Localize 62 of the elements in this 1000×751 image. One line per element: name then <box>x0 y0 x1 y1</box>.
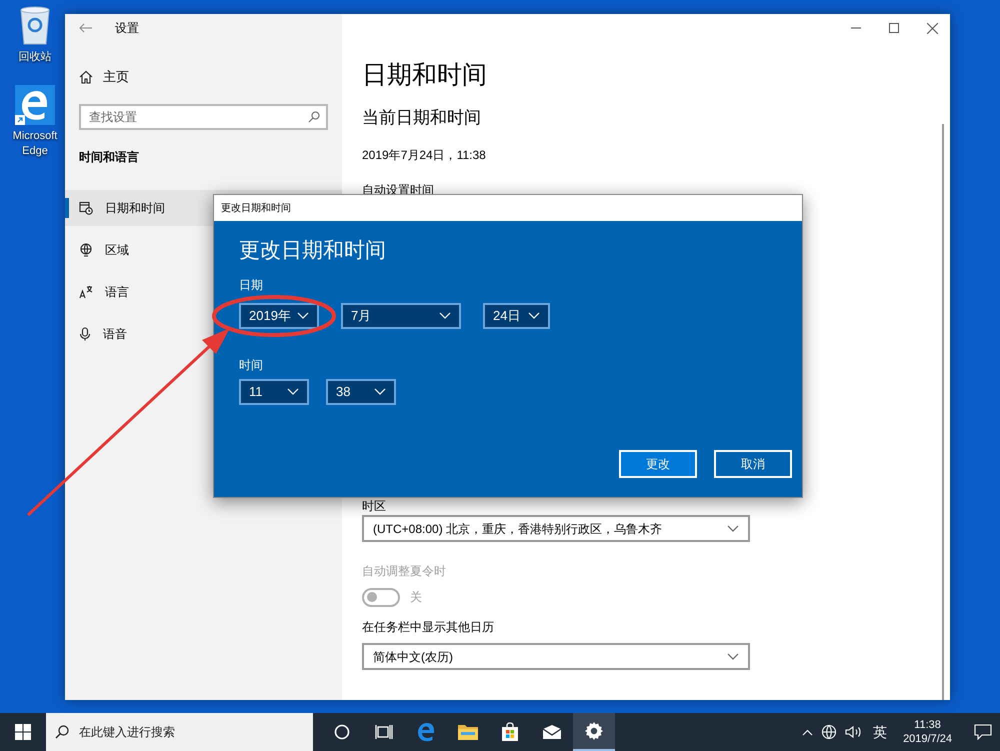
chevron-down-icon <box>439 312 451 320</box>
dropdown[interactable]: 38 <box>326 379 396 405</box>
field-label: 日期 <box>239 277 263 294</box>
globe-icon <box>79 243 93 257</box>
section-title: 时间和语言 <box>78 149 140 166</box>
dialog-title: 更改日期和时间 <box>221 202 291 216</box>
calendar-dropdown[interactable]: 简体中文(农历) <box>362 643 750 670</box>
chevron-down-icon <box>374 388 386 396</box>
taskbar-button[interactable] <box>573 713 615 751</box>
recycle-bin-icon[interactable] <box>18 6 52 46</box>
current-date-time: 2019年7月24日，11:38 <box>362 147 487 164</box>
scrollbar[interactable] <box>942 124 944 700</box>
mail-icon[interactable] <box>542 724 562 740</box>
chevron-down-icon <box>297 312 309 320</box>
window-title: 设置 <box>115 20 139 37</box>
home-icon <box>79 70 93 84</box>
windows-start-icon[interactable] <box>15 724 31 740</box>
dialog-heading: 更改日期和时间 <box>239 238 387 264</box>
setting-label: 在任务栏中显示其他日历 <box>362 619 494 636</box>
settings-icon[interactable] <box>584 721 604 741</box>
page-heading: 日期和时间 <box>362 60 488 91</box>
cancel-button[interactable]: 取消 <box>714 450 792 478</box>
shopping-bag-icon[interactable] <box>500 722 520 742</box>
task-view-icon[interactable] <box>375 724 393 740</box>
desktop-icon-label: Microsoft Edge <box>12 129 58 159</box>
edge-shortcut-icon[interactable] <box>15 85 55 125</box>
dropdown[interactable]: 11 <box>239 379 309 405</box>
clock[interactable]: 11:38 2019/7/24 <box>897 718 958 746</box>
microphone-icon <box>79 327 91 341</box>
circle-icon[interactable] <box>334 724 350 740</box>
notification-icon[interactable] <box>974 724 992 740</box>
dropdown[interactable]: 2019年 <box>239 303 319 329</box>
section-heading: 当前日期和时间 <box>362 107 482 129</box>
back-arrow-icon[interactable] <box>79 23 93 33</box>
setting-label: 时区 <box>362 499 386 513</box>
chevron-down-icon <box>727 524 739 532</box>
search-icon <box>55 725 69 739</box>
confirm-button[interactable]: 更改 <box>619 450 697 478</box>
dropdown[interactable]: 7月 <box>341 303 461 329</box>
taskbar-search-field[interactable]: 在此键入进行搜索 <box>46 713 313 751</box>
maximize-icon[interactable] <box>889 23 899 33</box>
input-method-indicator[interactable]: 英 <box>871 722 890 742</box>
setting-label: 自动调整夏令时 <box>362 563 446 580</box>
chevron-down-icon <box>727 652 739 660</box>
home-link[interactable]: 主页 <box>65 62 342 92</box>
dropdown[interactable]: 24日 <box>483 303 550 329</box>
folder-icon[interactable] <box>457 723 479 741</box>
close-icon[interactable] <box>927 22 938 34</box>
chevron-down-icon <box>287 388 299 396</box>
toggle-state: 关 <box>410 589 422 606</box>
chevron-up-icon[interactable] <box>802 728 814 736</box>
calendar-clock-icon <box>79 201 93 215</box>
chevron-down-icon <box>528 312 540 320</box>
globe-icon[interactable] <box>821 724 838 740</box>
language-icon <box>79 285 93 299</box>
desktop-icon-label: 回收站 <box>18 50 52 65</box>
search-icon <box>308 111 320 123</box>
field-label: 时间 <box>239 357 263 374</box>
edge-icon[interactable] <box>416 722 436 742</box>
search-field[interactable]: 查找设置 <box>79 104 328 130</box>
timezone-dropdown[interactable]: (UTC+08:00) 北京，重庆，香港特别行政区，乌鲁木齐 <box>362 515 750 542</box>
speaker-icon[interactable] <box>845 724 864 740</box>
